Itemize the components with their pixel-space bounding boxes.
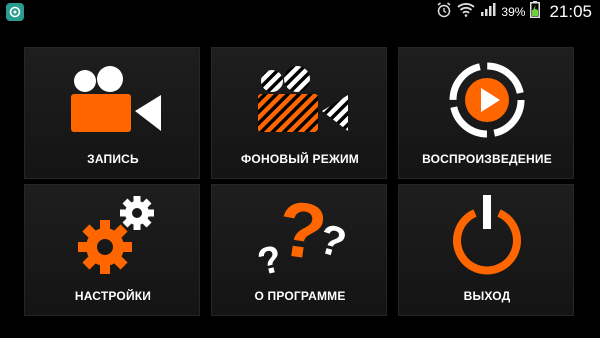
wifi-icon — [457, 2, 476, 22]
tile-label: ЗАПИСЬ — [87, 152, 139, 166]
gears-icon — [78, 196, 154, 274]
alarm-icon — [436, 1, 452, 23]
tile-label: ВЫХОД — [463, 289, 511, 303]
tile-settings[interactable]: НАСТРОЙКИ — [24, 184, 200, 316]
tile-playback[interactable]: ВОСПРОИЗВЕДЕНИЕ — [398, 47, 574, 179]
question-marks-icon: ? ? ? — [254, 185, 352, 284]
video-camera-icon — [71, 66, 161, 132]
tile-about[interactable]: ? ? ? О ПРОГРАММЕ — [211, 184, 387, 316]
battery-percent: 39% — [501, 5, 526, 19]
tile-label: ФОНОВЫЙ РЕЖИМ — [240, 152, 360, 166]
tile-exit[interactable]: ВЫХОД — [398, 184, 574, 316]
tile-record[interactable]: ЗАПИСЬ — [24, 47, 200, 179]
play-ring-icon — [449, 62, 525, 138]
tile-label: НАСТРОЙКИ — [74, 289, 152, 303]
striped-video-camera-icon — [258, 66, 348, 132]
status-bar: 39% 21:05 — [0, 0, 600, 24]
signal-icon — [480, 2, 496, 22]
tile-label: ВОСПРОИЗВЕДЕНИЕ — [422, 152, 552, 166]
app-notification-icon — [6, 3, 24, 21]
tile-background-mode[interactable]: ФОНОВЫЙ РЕЖИМ — [211, 47, 387, 179]
clock: 21:05 — [549, 2, 592, 21]
battery-icon — [530, 1, 541, 23]
power-icon — [453, 195, 521, 275]
tile-label: О ПРОГРАММЕ — [254, 289, 346, 303]
